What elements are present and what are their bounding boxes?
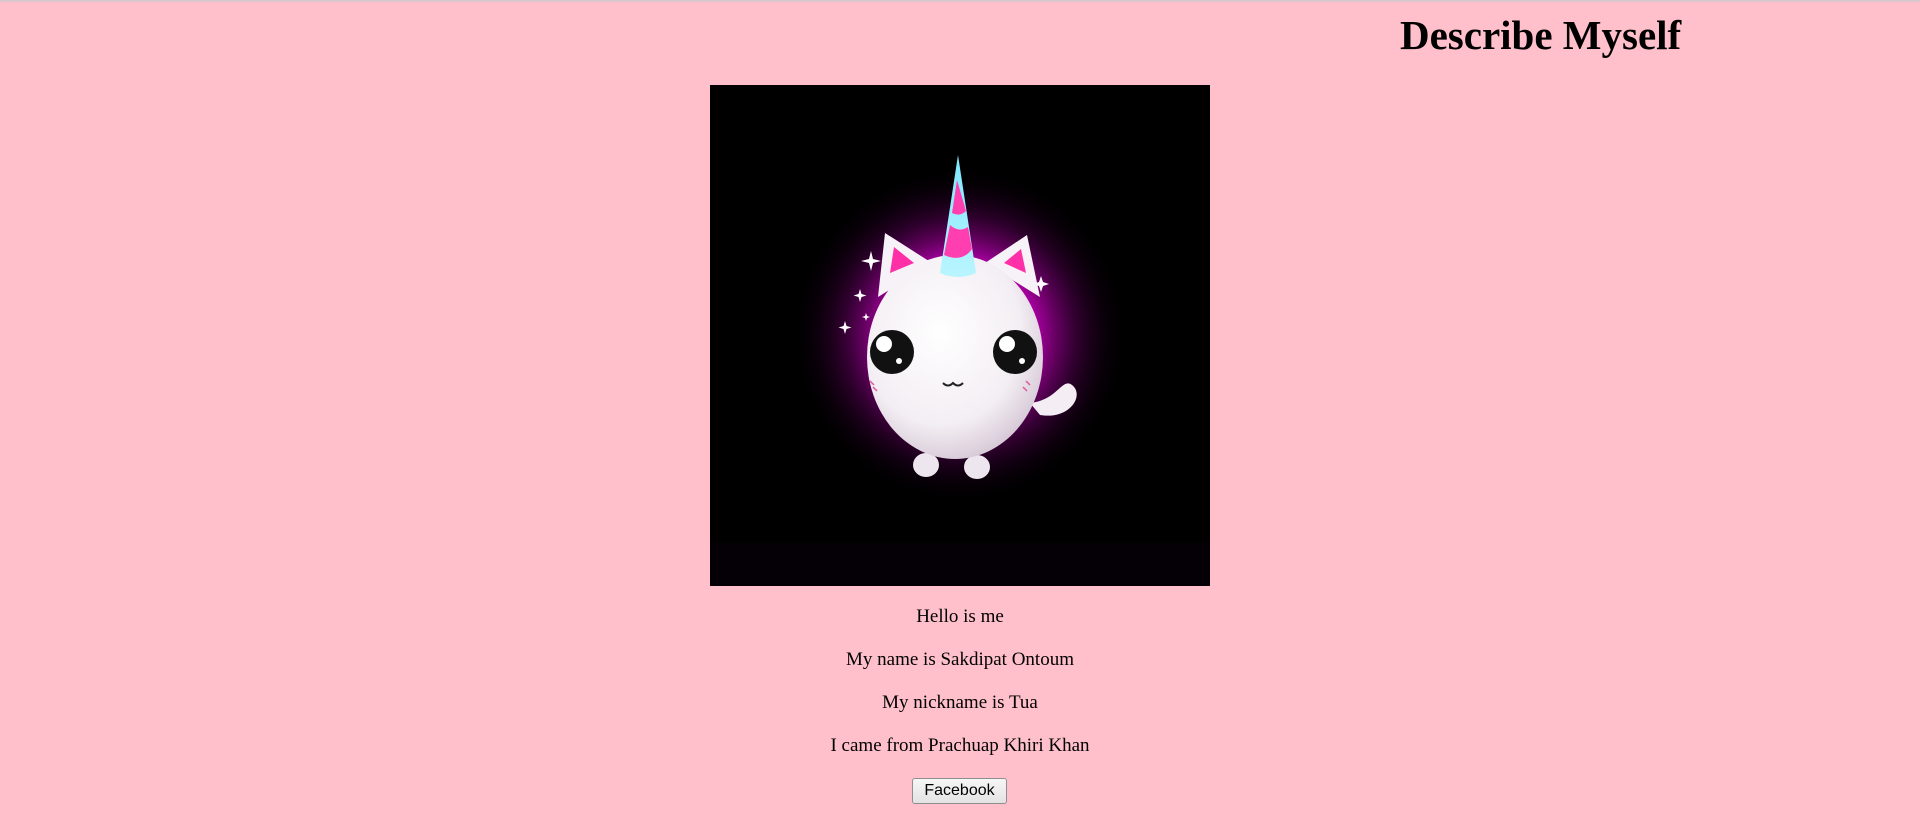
profile-image	[710, 85, 1210, 586]
facebook-button[interactable]: Facebook	[912, 778, 1007, 804]
hometown-text: I came from Prachuap Khiri Khan	[830, 735, 1090, 756]
page-title: Describe Myself	[1400, 12, 1682, 58]
unicorn-cat-icon	[710, 85, 1210, 586]
greeting-text: Hello is me	[916, 606, 1004, 627]
name-text: My name is Sakdipat Ontoum	[846, 649, 1074, 670]
top-border	[0, 0, 1920, 2]
nickname-text: My nickname is Tua	[882, 692, 1038, 713]
